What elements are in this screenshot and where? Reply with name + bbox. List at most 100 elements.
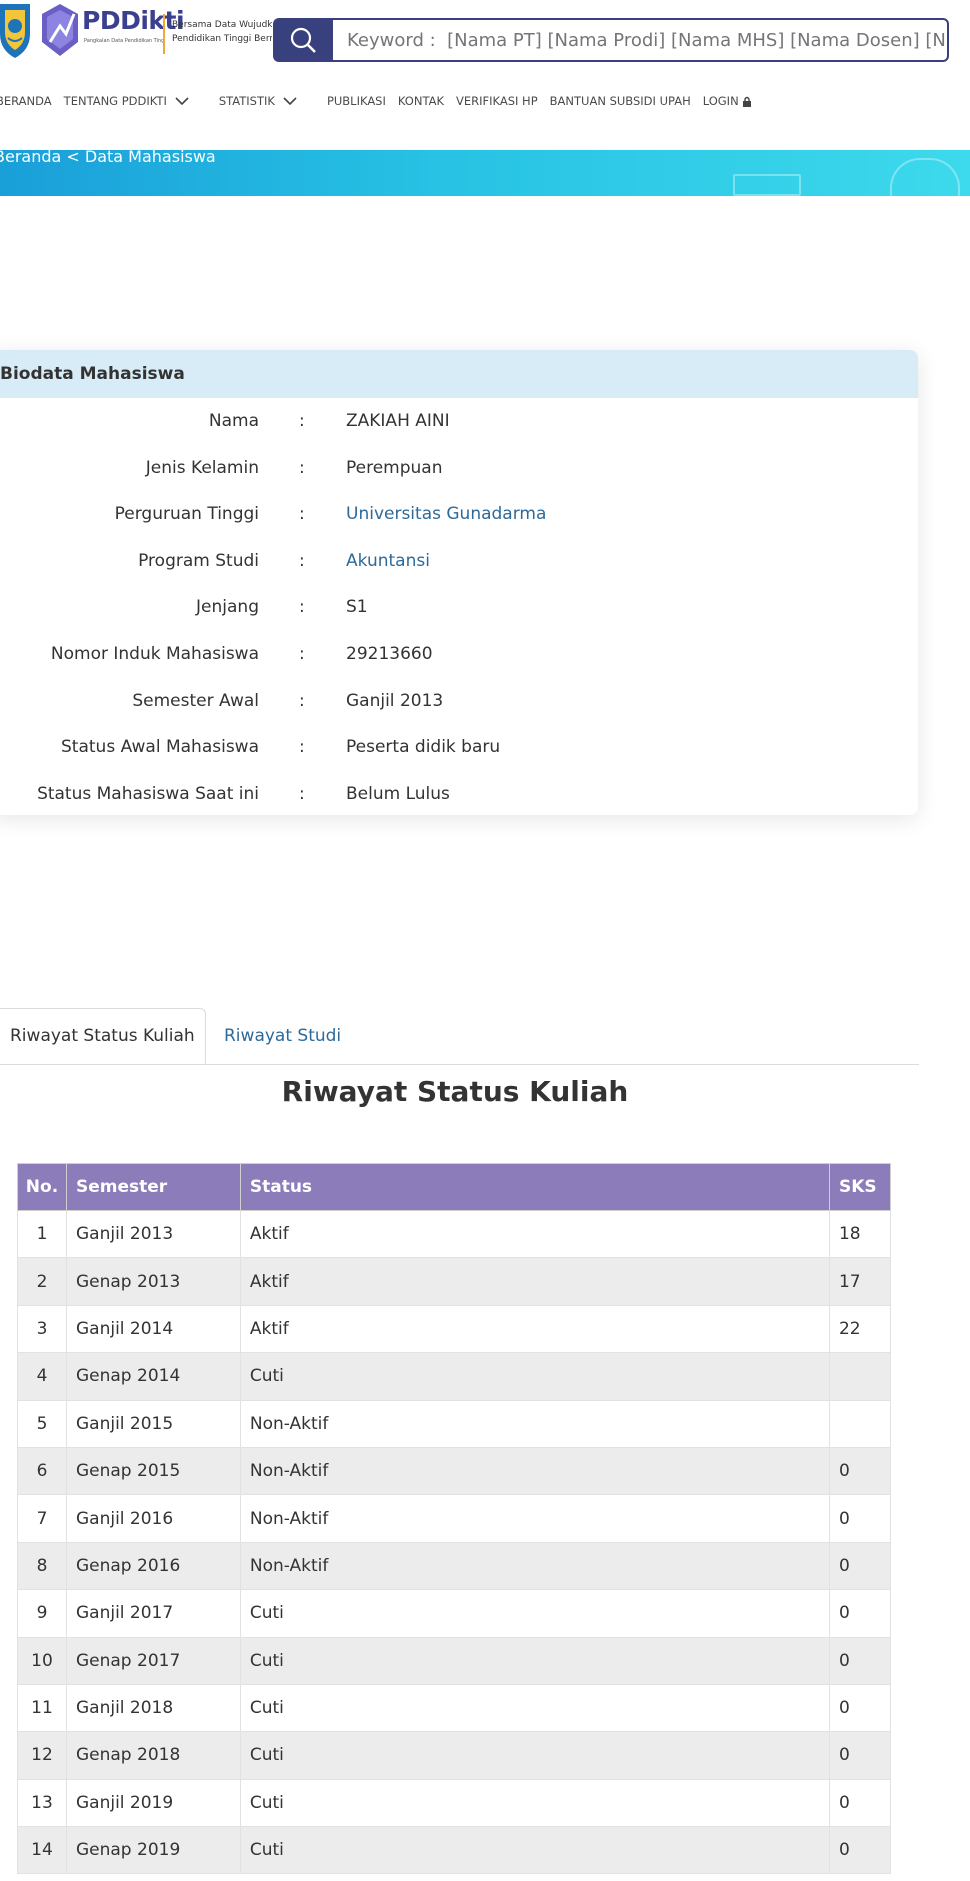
search-button[interactable] <box>273 18 333 62</box>
bio-label: Status Awal Mahasiswa <box>61 737 259 758</box>
table-row: 5 Ganjil 2015 Non-Aktif <box>17 1399 892 1448</box>
cell-status: Non-Aktif <box>239 1399 830 1448</box>
cell-status: Cuti <box>239 1589 830 1638</box>
table-row: 3 Ganjil 2014 Aktif 22 <box>17 1304 892 1354</box>
bio-value: Peserta didik baru <box>346 737 501 758</box>
nav-item-publikasi[interactable]: PUBLIKASI <box>327 94 386 108</box>
cell-semester: Ganjil 2014 <box>65 1304 241 1354</box>
cell-sks: 0 <box>828 1683 892 1733</box>
table-row: 2 Genap 2013 Aktif 17 <box>17 1257 892 1306</box>
logo-divider <box>163 14 165 54</box>
breadcrumb[interactable]: Beranda < Data Mahasiswa <box>0 147 216 166</box>
bio-row-nim: Nomor Induk Mahasiswa : 29213660 <box>0 631 918 678</box>
cell-semester: Ganjil 2013 <box>65 1209 241 1259</box>
nav-item-login[interactable]: LOGIN <box>703 94 752 108</box>
bio-colon: : <box>299 643 305 664</box>
cell-status: Cuti <box>239 1731 830 1780</box>
search-icon <box>290 27 316 53</box>
bio-label: Nomor Induk Mahasiswa <box>50 643 259 664</box>
cell-no: 7 <box>17 1494 67 1543</box>
tab-bar: Riwayat Status Kuliah Riwayat Studi <box>0 1008 919 1065</box>
university-link[interactable]: Universitas Gunadarma <box>346 504 546 524</box>
nav-item-beranda[interactable]: BERANDA <box>0 94 52 108</box>
main-nav: BERANDA TENTANG PDDIKTI STATISTIK PUBLIK… <box>0 90 764 112</box>
bio-colon: : <box>299 597 305 618</box>
cell-status: Cuti <box>239 1352 830 1401</box>
cell-semester: Ganjil 2019 <box>65 1778 241 1828</box>
lock-icon <box>742 96 751 107</box>
search-input[interactable] <box>333 18 949 62</box>
cell-semester: Ganjil 2015 <box>65 1399 241 1448</box>
tab-riwayat-status-kuliah[interactable]: Riwayat Status Kuliah <box>0 1008 206 1064</box>
cell-no: 12 <box>17 1731 67 1780</box>
logo-text[interactable]: PDDikti <box>82 6 185 35</box>
cell-sks: 22 <box>828 1304 892 1354</box>
pddikti-logo-icon[interactable] <box>40 2 80 58</box>
tagline-line1: Bersama Data Wujudkan <box>172 20 272 30</box>
cell-no: 8 <box>17 1541 67 1591</box>
table-row: 6 Genap 2015 Non-Aktif 0 <box>17 1446 892 1496</box>
bio-label: Perguruan Tinggi <box>114 504 259 525</box>
bio-value: 29213660 <box>346 643 433 664</box>
column-header-no: No. <box>17 1163 67 1211</box>
tagline: Bersama Data Wujudkan Pendidikan Tinggi … <box>172 18 272 46</box>
nav-item-label: TENTANG PDDIKTI <box>63 94 167 108</box>
cell-no: 2 <box>17 1257 67 1306</box>
cell-no: 4 <box>17 1352 67 1401</box>
cell-sks: 0 <box>828 1541 892 1591</box>
cell-sks: 18 <box>828 1209 892 1259</box>
cell-no: 5 <box>17 1399 67 1448</box>
logo-subtext: Pangkalan Data Pendidikan Tinggi <box>84 38 164 44</box>
table-row: 13 Ganjil 2019 Cuti 0 <box>17 1778 892 1828</box>
column-header-status: Status <box>239 1163 830 1211</box>
card-title: Biodata Mahasiswa <box>0 350 918 398</box>
bio-row-status-awal: Status Awal Mahasiswa : Peserta didik ba… <box>0 724 918 771</box>
cell-sks: 0 <box>828 1446 892 1496</box>
site-header: PDDikti Pangkalan Data Pendidikan Tinggi… <box>0 0 970 150</box>
cell-status: Aktif <box>239 1304 830 1354</box>
nav-item-statistik[interactable]: STATISTIK <box>219 94 297 108</box>
cell-sks: 0 <box>828 1494 892 1543</box>
cell-no: 1 <box>17 1209 67 1259</box>
cell-sks: 0 <box>828 1589 892 1638</box>
cell-no: 13 <box>17 1778 67 1828</box>
section-title: Riwayat Status Kuliah <box>281 1075 629 1108</box>
bio-colon: : <box>299 457 305 478</box>
banner-decoration <box>733 174 801 196</box>
nav-item-label: LOGIN <box>702 94 739 108</box>
cell-status: Cuti <box>239 1778 830 1828</box>
status-kuliah-table: No. Semester Status SKS 1 Ganjil 2013 Akti… <box>17 1163 892 1875</box>
tab-riwayat-studi[interactable]: Riwayat Studi <box>224 1008 341 1064</box>
bio-colon: : <box>299 411 305 431</box>
bio-colon: : <box>299 550 305 571</box>
table-row: 10 Genap 2017 Cuti 0 <box>17 1636 892 1685</box>
bio-value: ZAKIAH AINI <box>346 411 450 431</box>
nav-item-label: STATISTIK <box>218 94 275 108</box>
nav-item-kontak[interactable]: KONTAK <box>398 94 444 108</box>
cell-status: Non-Aktif <box>239 1494 830 1543</box>
nav-item-bantuan-subsidi-upah[interactable]: BANTUAN SUBSIDI UPAH <box>550 94 691 108</box>
bio-row-program-studi: Program Studi : Akuntansi <box>0 538 918 585</box>
bio-row-status-saat-ini: Status Mahasiswa Saat ini : Belum Lulus <box>0 771 918 815</box>
tagline-line2: Pendidikan Tinggi Bermutu <box>172 34 272 44</box>
cell-status: Non-Aktif <box>239 1446 830 1496</box>
cell-sks: 0 <box>828 1826 892 1875</box>
program-studi-link[interactable]: Akuntansi <box>346 551 430 571</box>
column-header-semester: Semester <box>65 1163 241 1211</box>
cell-status: Aktif <box>239 1209 830 1259</box>
emblem-logo-icon[interactable] <box>0 0 36 60</box>
cell-semester: Genap 2016 <box>65 1541 241 1591</box>
table-row: 11 Ganjil 2018 Cuti 0 <box>17 1683 892 1733</box>
nav-item-verifikasi-hp[interactable]: VERIFIKASI HP <box>456 94 538 108</box>
cell-semester: Ganjil 2018 <box>65 1683 241 1733</box>
cell-status: Non-Aktif <box>239 1541 830 1591</box>
bio-label: Program Studi <box>138 550 259 571</box>
cell-sks: 17 <box>828 1257 892 1306</box>
cell-status: Cuti <box>239 1683 830 1733</box>
bio-colon: : <box>299 690 305 711</box>
nav-item-tentang[interactable]: TENTANG PDDIKTI <box>64 94 189 108</box>
cell-no: 6 <box>17 1446 67 1496</box>
bio-colon: : <box>299 783 305 804</box>
cell-no: 14 <box>17 1826 67 1875</box>
cell-sks <box>828 1352 892 1401</box>
